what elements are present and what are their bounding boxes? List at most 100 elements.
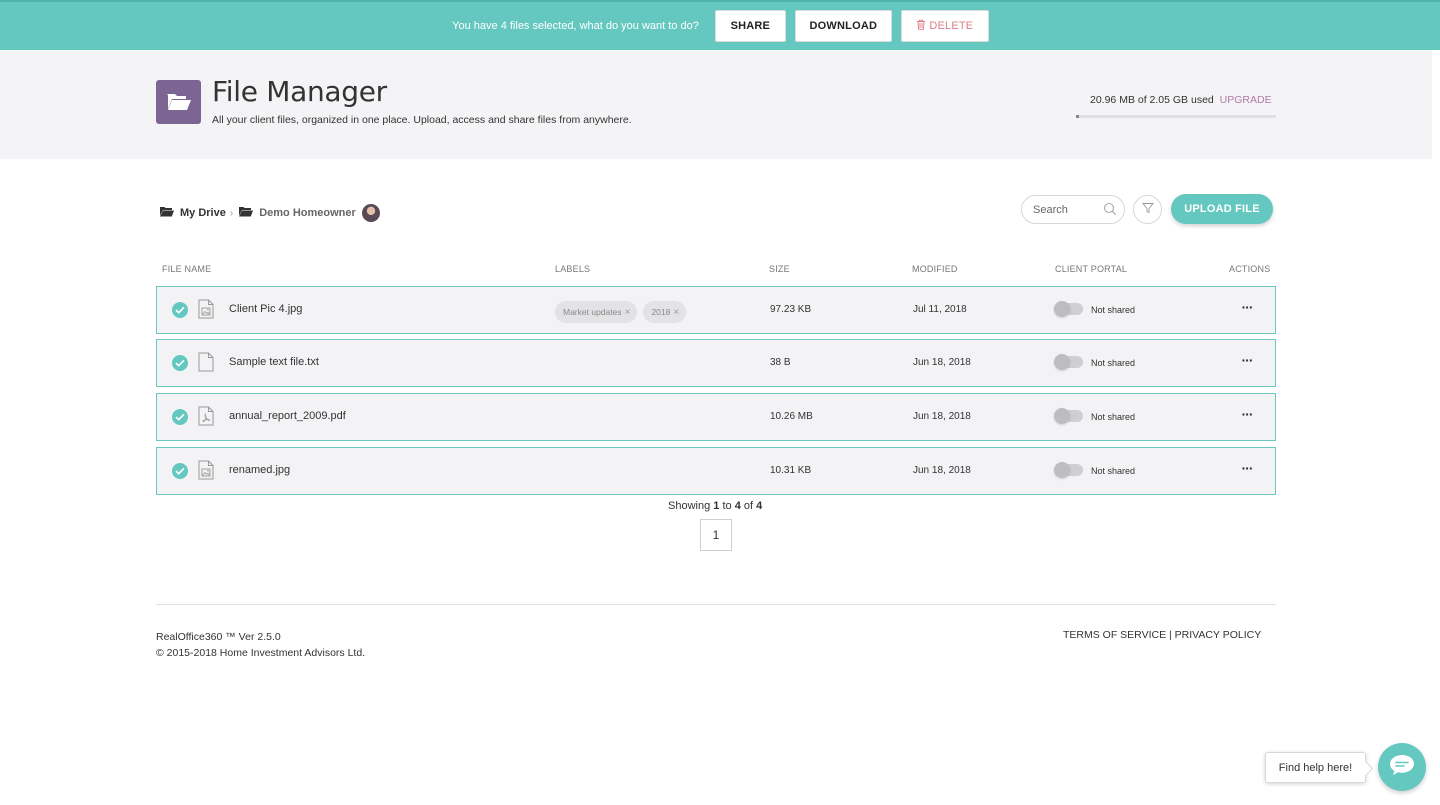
file-modified: Jun 18, 2018	[913, 411, 971, 422]
client-portal-status: Not shared	[1091, 466, 1136, 476]
file-name[interactable]: Client Pic 4.jpg	[229, 303, 302, 315]
table-row[interactable]: Sample text file.txt 38 B Jun 18, 2018 N…	[156, 339, 1276, 387]
file-size: 97.23 KB	[770, 304, 812, 315]
page-button[interactable]: 1	[700, 519, 732, 551]
trash-icon	[916, 19, 926, 33]
storage-usage: 20.96 MB of 2.05 GB used UPGRADE	[1090, 94, 1272, 106]
table-row[interactable]: Client Pic 4.jpg Market updates × 2018 × 9…	[156, 286, 1276, 334]
breadcrumb-separator: ›	[229, 207, 234, 219]
folder-open-icon	[156, 80, 201, 124]
column-header-labels: LABELS	[555, 264, 591, 274]
selection-bar: You have 4 files selected, what do you w…	[0, 0, 1440, 50]
column-header-modified[interactable]: MODIFIED	[912, 264, 958, 274]
column-header-file-name[interactable]: FILE NAME	[162, 264, 211, 274]
chat-icon	[1388, 753, 1416, 782]
label-chip: 2018 ×	[643, 301, 687, 323]
chat-button[interactable]	[1378, 743, 1426, 791]
image-file-icon	[198, 460, 214, 485]
selection-message: You have 4 files selected, what do you w…	[452, 20, 699, 32]
download-button[interactable]: DOWNLOAD	[794, 10, 892, 42]
image-file-icon	[198, 299, 214, 324]
showing-to-word: to	[722, 500, 732, 512]
column-header-client-portal: CLIENT PORTAL	[1055, 264, 1128, 274]
footer-divider	[156, 604, 1276, 605]
file-size: 38 B	[770, 357, 791, 368]
label-chip-text: Market updates	[563, 307, 622, 317]
filter-button[interactable]	[1133, 195, 1162, 224]
file-modified: Jun 18, 2018	[913, 357, 971, 368]
selected-check-icon[interactable]	[172, 302, 188, 318]
client-portal-status: Not shared	[1091, 358, 1136, 368]
folder-open-icon	[160, 206, 174, 220]
breadcrumb-my-drive-label: My Drive	[180, 207, 226, 219]
showing-to: 4	[734, 500, 741, 512]
label-chip: Market updates ×	[555, 301, 638, 323]
selected-check-icon[interactable]	[172, 355, 188, 371]
file-name[interactable]: renamed.jpg	[229, 464, 290, 476]
showing-from: 1	[713, 500, 720, 512]
client-portal-toggle[interactable]	[1054, 301, 1083, 317]
client-portal-toggle[interactable]	[1054, 408, 1083, 424]
more-actions-button[interactable]: ···	[1237, 350, 1257, 374]
client-portal-status: Not shared	[1091, 412, 1136, 422]
footer-info: RealOffice360 ™ Ver 2.5.0 © 2015-2018 Ho…	[156, 629, 365, 661]
file-name[interactable]: Sample text file.txt	[229, 356, 319, 368]
column-header-actions: ACTIONS	[1229, 264, 1271, 274]
showing-prefix: Showing	[668, 500, 711, 512]
app-version: RealOffice360 ™ Ver 2.5.0	[156, 631, 281, 643]
file-name[interactable]: annual_report_2009.pdf	[229, 410, 346, 422]
search-input[interactable]	[1033, 203, 1103, 216]
client-portal-status: Not shared	[1091, 305, 1136, 315]
remove-label-icon[interactable]: ×	[625, 307, 631, 318]
toggle-knob	[1054, 408, 1070, 424]
table-row[interactable]: renamed.jpg 10.31 KB Jun 18, 2018 Not sh…	[156, 447, 1276, 495]
pdf-file-icon	[198, 406, 214, 431]
file-modified: Jul 11, 2018	[913, 304, 967, 315]
selected-check-icon[interactable]	[172, 463, 188, 479]
column-header-size[interactable]: SIZE	[769, 264, 790, 274]
delete-button[interactable]: DELETE	[900, 10, 989, 42]
more-actions-button[interactable]: ···	[1237, 458, 1257, 482]
upload-file-button[interactable]: UPLOAD FILE	[1171, 194, 1273, 224]
labels-list: Market updates × 2018 ×	[555, 301, 692, 323]
avatar	[361, 204, 380, 222]
file-size: 10.26 MB	[770, 411, 813, 422]
footer-links: TERMS OF SERVICE | PRIVACY POLICY	[1063, 629, 1261, 641]
search-box[interactable]	[1021, 195, 1125, 224]
showing-of-word: of	[743, 500, 754, 512]
breadcrumb-current-folder[interactable]: Demo Homeowner	[239, 204, 380, 222]
breadcrumb: My Drive › Demo Homeowner	[160, 204, 380, 222]
toggle-knob	[1054, 462, 1070, 478]
breadcrumb-current-label: Demo Homeowner	[259, 207, 356, 219]
file-modified: Jun 18, 2018	[913, 465, 971, 476]
more-actions-button[interactable]: ···	[1237, 404, 1257, 428]
filter-icon	[1141, 201, 1154, 219]
breadcrumb-my-drive[interactable]: My Drive	[160, 206, 226, 220]
table-row[interactable]: annual_report_2009.pdf 10.26 MB Jun 18, …	[156, 393, 1276, 441]
selected-check-icon[interactable]	[172, 409, 188, 425]
terms-of-service-link[interactable]: TERMS OF SERVICE	[1063, 629, 1166, 641]
page-title: File Manager	[212, 75, 387, 108]
showing-total: 4	[756, 500, 763, 512]
search-icon[interactable]	[1103, 202, 1117, 221]
folder-open-icon	[239, 206, 254, 220]
copyright: © 2015-2018 Home Investment Advisors Ltd…	[156, 647, 366, 659]
toggle-knob	[1054, 301, 1070, 317]
remove-label-icon[interactable]: ×	[673, 307, 679, 318]
share-button[interactable]: SHARE	[714, 10, 786, 42]
storage-progress-fill	[1076, 115, 1079, 118]
storage-usage-text: 20.96 MB of 2.05 GB used	[1090, 94, 1214, 106]
toggle-knob	[1054, 354, 1070, 370]
file-size: 10.31 KB	[770, 465, 812, 476]
page-subtitle: All your client files, organized in one …	[212, 114, 632, 126]
pagination-summary: Showing 1 to 4 of 4	[668, 500, 762, 512]
footer-link-separator: |	[1169, 629, 1172, 641]
more-actions-button[interactable]: ···	[1237, 297, 1257, 321]
client-portal-toggle[interactable]	[1054, 462, 1083, 478]
help-bubble[interactable]: Find help here!	[1265, 752, 1366, 783]
client-portal-toggle[interactable]	[1054, 354, 1083, 370]
delete-label: DELETE	[929, 20, 974, 32]
page-header: File Manager All your client files, orga…	[0, 50, 1432, 159]
privacy-policy-link[interactable]: PRIVACY POLICY	[1175, 629, 1262, 641]
upgrade-link[interactable]: UPGRADE	[1220, 94, 1272, 106]
